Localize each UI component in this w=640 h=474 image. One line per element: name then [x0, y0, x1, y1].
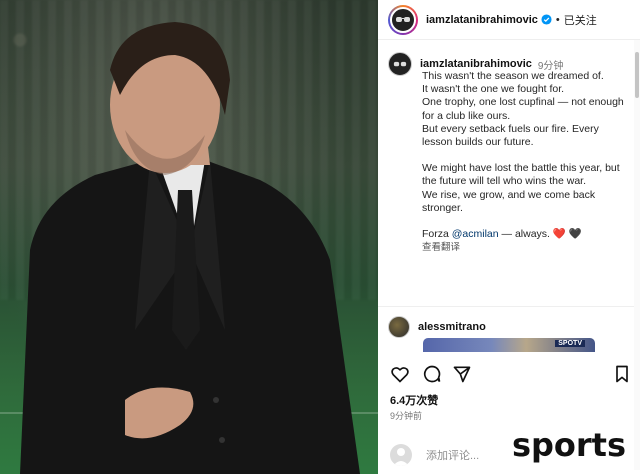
likes-count[interactable]: 6.4万次赞	[390, 392, 438, 408]
caption-line: One trophy, one lost cupfinal — not enou…	[422, 96, 624, 122]
caption-closing-suffix: — always.	[498, 228, 553, 241]
caption-body: This wasn't the season we dreamed of. It…	[422, 70, 628, 254]
caption-line: We rise, we grow, and we come back stron…	[422, 188, 596, 214]
action-bar	[390, 364, 630, 386]
share-send-icon[interactable]	[452, 364, 472, 384]
verified-badge-icon	[541, 14, 552, 25]
caption-line: This wasn't the season we dreamed of.	[422, 70, 604, 82]
mention-link[interactable]: @acmilan	[452, 228, 499, 240]
caption-line: It wasn't the one we fought for.	[422, 83, 565, 96]
caption-avatar[interactable]	[388, 52, 412, 76]
man-in-suit-illustration	[20, 22, 360, 474]
divider	[378, 306, 640, 307]
image-tag: SPOTV	[555, 340, 585, 347]
header-separator: •	[555, 13, 560, 26]
red-heart-emoji: ❤️	[552, 228, 566, 241]
add-comment-input[interactable]: 添加评论...	[426, 447, 479, 463]
see-translation-link[interactable]: 查看翻译	[422, 241, 628, 254]
sunglasses-icon	[396, 16, 410, 22]
black-heart-emoji: 🖤	[568, 228, 582, 241]
sunglasses-icon	[393, 61, 407, 66]
caption-line: We might have lost the battle this year,…	[422, 162, 620, 188]
scrollbar-thumb[interactable]	[635, 52, 639, 98]
caption-line: But every setback fuels our fire. Every …	[422, 122, 599, 149]
sports-watermark: sports	[511, 426, 626, 464]
add-comment-row[interactable]: 添加评论...	[390, 444, 479, 466]
follow-status-button[interactable]: 已关注	[564, 12, 597, 28]
instagram-post-panel: iamzlatanibrahimovic • 已关注 iamzlatanibra…	[378, 0, 640, 474]
caption-closing-prefix: Forza	[422, 228, 452, 241]
post-age: 9分钟前	[390, 411, 423, 421]
post-caption: iamzlatanibrahimovic 9分钟 This wasn't the…	[388, 52, 628, 254]
scrollbar-track[interactable]	[634, 40, 640, 470]
user-avatar	[390, 444, 412, 466]
profile-avatar[interactable]	[388, 4, 418, 35]
comment-bubble-icon[interactable]	[422, 364, 442, 384]
like-heart-icon[interactable]	[390, 364, 410, 384]
caption-closing-line: Forza @acmilan — always. ❤️ 🖤	[422, 228, 628, 241]
post-photo	[0, 0, 378, 474]
comment-image-preview[interactable]: SPOTV	[423, 338, 595, 352]
bookmark-icon[interactable]	[612, 364, 632, 384]
commenter-avatar[interactable]	[388, 316, 410, 338]
commenter-username[interactable]: alessmitrano	[418, 321, 486, 333]
comment-item: alessmitrano	[388, 316, 486, 338]
header-username[interactable]: iamzlatanibrahimovic	[426, 14, 538, 26]
default-user-icon	[393, 448, 409, 466]
caption-username[interactable]: iamzlatanibrahimovic	[420, 58, 532, 70]
post-header: iamzlatanibrahimovic • 已关注	[378, 0, 640, 40]
